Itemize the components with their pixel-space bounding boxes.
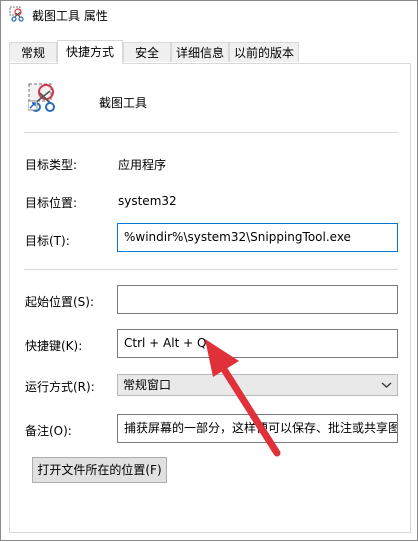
app-name: 截图工具 bbox=[99, 96, 148, 110]
target-label: 目标(T): bbox=[25, 234, 70, 248]
run-select[interactable]: 常规窗口 bbox=[117, 374, 398, 396]
target-location-label: 目标位置: bbox=[25, 196, 78, 210]
comment-input[interactable]: 捕获屏幕的一部分，这样便可以保存、批注或共享图像。 bbox=[117, 414, 398, 443]
comment-label: 备注(O): bbox=[25, 424, 72, 438]
shortcut-key-input[interactable]: Ctrl + Alt + Q bbox=[117, 329, 398, 358]
target-type-value: 应用程序 bbox=[118, 158, 167, 172]
target-type-label: 目标类型: bbox=[25, 158, 78, 172]
divider bbox=[24, 269, 398, 270]
properties-window: 截图工具 属性 常规 快捷方式 安全 详细信息 以前的版本 截图工具 目标类型:… bbox=[0, 0, 418, 541]
tab-details[interactable]: 详细信息 bbox=[171, 42, 229, 62]
title-bar: 截图工具 属性 bbox=[1, 1, 417, 29]
divider bbox=[24, 132, 398, 133]
target-input[interactable]: %windir%\system32\SnippingTool.exe bbox=[117, 223, 398, 252]
run-label: 运行方式(R): bbox=[25, 380, 95, 394]
tab-previous-versions[interactable]: 以前的版本 bbox=[229, 42, 299, 62]
target-location-value: system32 bbox=[118, 194, 177, 208]
run-select-value: 常规窗口 bbox=[123, 378, 172, 392]
chevron-down-icon bbox=[381, 382, 392, 388]
tab-security[interactable]: 安全 bbox=[123, 42, 171, 62]
shortcut-key-label: 快捷键(K): bbox=[25, 339, 83, 353]
snipping-tool-icon bbox=[28, 83, 55, 112]
open-file-location-button[interactable]: 打开文件所在的位置(F) bbox=[32, 457, 167, 483]
tab-shortcut[interactable]: 快捷方式 bbox=[57, 40, 123, 64]
snipping-tool-icon bbox=[9, 6, 24, 22]
tab-strip: 常规 快捷方式 安全 详细信息 以前的版本 bbox=[9, 40, 411, 64]
start-in-label: 起始位置(S): bbox=[25, 295, 95, 309]
start-in-input[interactable] bbox=[117, 285, 398, 314]
tab-general[interactable]: 常规 bbox=[9, 42, 57, 62]
window-title: 截图工具 属性 bbox=[32, 9, 108, 23]
